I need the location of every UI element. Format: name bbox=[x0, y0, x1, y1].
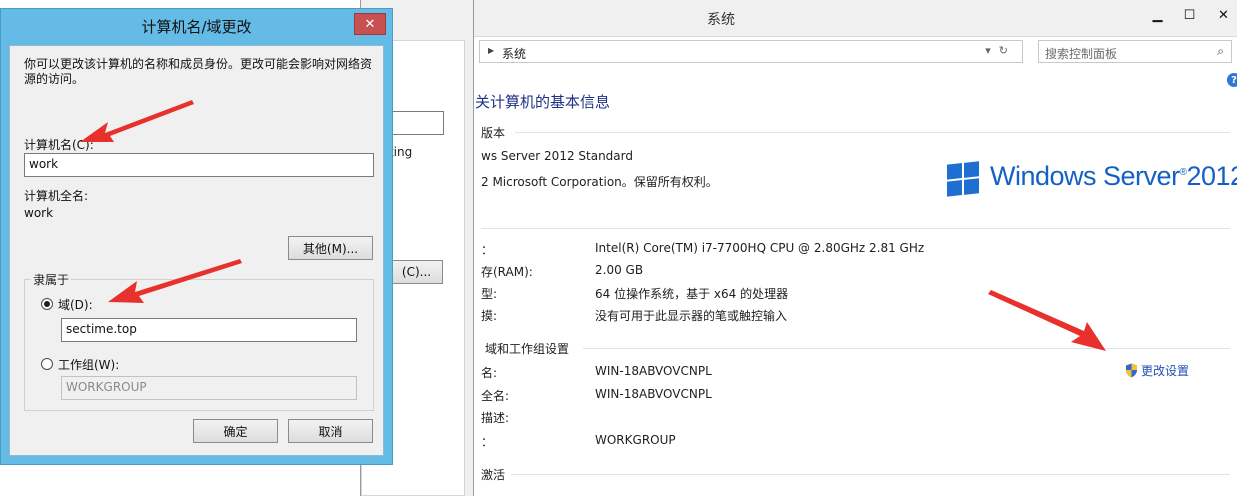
workgroup-input: WORKGROUP bbox=[61, 376, 357, 400]
domain-radio[interactable] bbox=[41, 298, 53, 310]
dropdown-icon[interactable]: ▾ bbox=[985, 44, 999, 57]
ram-label: 存(RAM): bbox=[481, 265, 533, 279]
divider bbox=[515, 132, 1230, 133]
ram-value: 2.00 GB bbox=[595, 263, 644, 277]
system-window: 系统 ▁ ☐ ✕ ▶ 系统 ▾↻ 搜索控制面板 ⌕ ? 关计算机的基本信息 版本… bbox=[466, 0, 1237, 496]
windows-server-logo: Windows Server®2012 bbox=[947, 161, 1237, 197]
edition-header: 版本 bbox=[481, 126, 506, 140]
cancel-button[interactable]: 取消 bbox=[288, 419, 373, 443]
minimize-button[interactable]: ▁ bbox=[1143, 4, 1172, 26]
computer-name-value: WIN-18ABVOVCNPL bbox=[595, 364, 712, 378]
computer-name-dialog: 计算机名/域更改 ✕ 你可以更改该计算机的名称和成员身份。更改可能会影响对网络资… bbox=[0, 8, 393, 465]
address-bar[interactable]: ▶ 系统 ▾↻ bbox=[479, 40, 1023, 63]
processor-value: Intel(R) Core(TM) i7-7700HQ CPU @ 2.80GH… bbox=[595, 241, 925, 255]
computer-name-label: 名: bbox=[481, 366, 498, 380]
computer-name-label: 计算机名(C): bbox=[24, 138, 94, 152]
full-name-value: WIN-18ABVOVCNPL bbox=[595, 387, 712, 401]
full-name-label: 全名: bbox=[481, 389, 510, 403]
help-icon[interactable]: ? bbox=[1227, 73, 1237, 87]
divider bbox=[481, 228, 1230, 229]
maximize-button[interactable]: ☐ bbox=[1175, 4, 1204, 26]
computer-name-input[interactable]: work bbox=[24, 153, 374, 177]
change-settings-link[interactable]: 更改设置 bbox=[1125, 362, 1189, 379]
change-settings-label[interactable]: 更改设置 bbox=[1141, 362, 1189, 379]
search-input[interactable]: 搜索控制面板 bbox=[1045, 45, 1117, 62]
system-type-label: 型: bbox=[481, 287, 498, 301]
dialog-client: 你可以更改该计算机的名称和成员身份。更改可能会影响对网络资源的访问。 计算机名(… bbox=[9, 45, 384, 456]
search-control-panel[interactable]: 搜索控制面板 ⌕ bbox=[1038, 40, 1232, 63]
address-tools[interactable]: ▾↻ bbox=[985, 44, 1016, 57]
system-titlebar: 系统 ▁ ☐ ✕ bbox=[467, 0, 1237, 37]
logo-version: 2012 bbox=[1186, 161, 1237, 191]
domain-label[interactable]: 域(D): bbox=[58, 296, 93, 313]
workgroup-radio[interactable] bbox=[41, 358, 53, 370]
workgroup-label[interactable]: 工作组(W): bbox=[58, 356, 119, 373]
domain-header: 域和工作组设置 bbox=[485, 342, 570, 356]
copyright-text: 2 Microsoft Corporation。保留所有权利。 bbox=[481, 175, 718, 189]
dialog-title: 计算机名/域更改 bbox=[141, 18, 252, 36]
ok-button[interactable]: 确定 bbox=[193, 419, 278, 443]
system-window-title: 系统 bbox=[707, 12, 735, 28]
refresh-icon[interactable]: ↻ bbox=[999, 44, 1016, 57]
page-title: 关计算机的基本信息 bbox=[475, 93, 611, 111]
dialog-description: 你可以更改该计算机的名称和成员身份。更改可能会影响对网络资源的访问。 bbox=[24, 57, 373, 86]
activation-header: 激活 bbox=[481, 468, 506, 482]
breadcrumb-system[interactable]: 系统 bbox=[502, 45, 526, 62]
full-name-label: 计算机全名: bbox=[24, 189, 89, 203]
processor-label: ： bbox=[481, 243, 494, 257]
member-of-group: 隶属于 域(D): sectime.top 工作组(W): WORKGROUP bbox=[24, 271, 374, 411]
workgroup-value: WORKGROUP bbox=[595, 433, 676, 447]
dialog-close-button[interactable]: ✕ bbox=[354, 13, 386, 35]
divider bbox=[583, 348, 1230, 349]
full-name-value: work bbox=[24, 206, 54, 220]
windows-flag-icon bbox=[947, 161, 979, 197]
system-type-value: 64 位操作系统，基于 x64 的处理器 bbox=[595, 287, 789, 301]
breadcrumb-arrow-icon[interactable]: ▶ bbox=[488, 46, 494, 55]
domain-input[interactable]: sectime.top bbox=[61, 318, 357, 342]
uac-shield-icon bbox=[1126, 363, 1137, 378]
close-window-button[interactable]: ✕ bbox=[1209, 4, 1237, 26]
search-icon[interactable]: ⌕ bbox=[1217, 44, 1224, 59]
pen-touch-value: 没有可用于此显示器的笔或触控输入 bbox=[595, 309, 788, 323]
logo-text: Windows Server bbox=[990, 161, 1180, 191]
member-of-label: 隶属于 bbox=[31, 271, 72, 288]
edition-text: ws Server 2012 Standard bbox=[481, 149, 633, 163]
more-button[interactable]: 其他(M)... bbox=[288, 236, 373, 260]
divider bbox=[511, 474, 1230, 475]
workgroup-label: ： bbox=[481, 435, 494, 449]
pen-touch-label: 摸: bbox=[481, 309, 498, 323]
description-label: 描述: bbox=[481, 411, 510, 425]
